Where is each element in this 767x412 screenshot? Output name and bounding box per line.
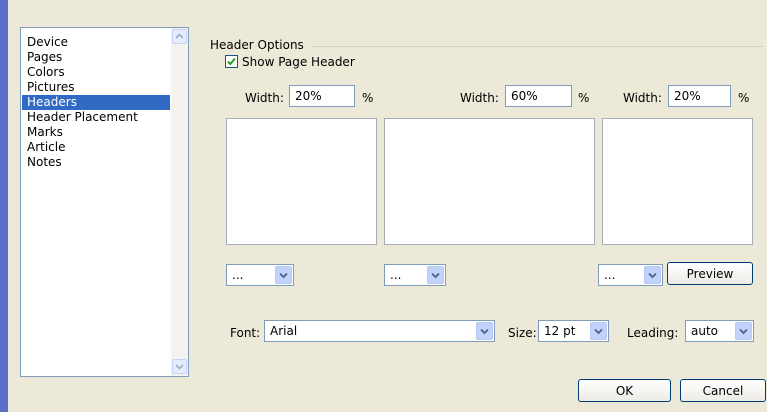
list-item-notes[interactable]: Notes bbox=[22, 155, 170, 170]
show-page-header-label: Show Page Header bbox=[242, 55, 355, 69]
dropdown-button[interactable] bbox=[275, 266, 292, 284]
dropdown-button[interactable] bbox=[476, 322, 493, 340]
list-item-device[interactable]: Device bbox=[22, 35, 170, 50]
combo-value: ... bbox=[232, 268, 244, 282]
show-page-header-checkbox[interactable] bbox=[225, 55, 238, 68]
category-list[interactable]: Device Pages Colors Pictures Headers Hea… bbox=[20, 27, 189, 377]
chevron-down-icon bbox=[648, 272, 657, 278]
size-value: 12 pt bbox=[544, 324, 576, 338]
cancel-button[interactable]: Cancel bbox=[680, 379, 766, 402]
chevron-down-icon bbox=[175, 364, 184, 370]
list-item-pages[interactable]: Pages bbox=[22, 50, 170, 65]
width-input-center[interactable]: 60% bbox=[505, 85, 572, 107]
list-scrollbar[interactable] bbox=[171, 28, 188, 376]
leading-value: auto bbox=[691, 324, 719, 338]
preview-button[interactable]: Preview bbox=[667, 262, 753, 285]
scroll-down-button[interactable] bbox=[172, 359, 187, 374]
window-left-border bbox=[0, 0, 8, 412]
size-select[interactable]: 12 pt bbox=[538, 320, 609, 342]
combo-value: ... bbox=[604, 268, 616, 282]
chevron-down-icon bbox=[431, 272, 440, 278]
percent-label-left: % bbox=[362, 91, 374, 105]
checkmark-icon bbox=[227, 57, 236, 66]
font-label: Font: bbox=[230, 326, 261, 340]
leading-label: Leading: bbox=[627, 326, 679, 340]
font-select[interactable]: Arial bbox=[264, 320, 495, 342]
width-label-center: Width: bbox=[460, 91, 499, 105]
list-item-pictures[interactable]: Pictures bbox=[22, 80, 170, 95]
width-label-right: Width: bbox=[623, 91, 662, 105]
chevron-up-icon bbox=[175, 33, 184, 39]
list-item-article[interactable]: Article bbox=[22, 140, 170, 155]
chevron-down-icon bbox=[480, 328, 489, 334]
header-center-field-select[interactable]: ... bbox=[384, 264, 446, 286]
dropdown-button[interactable] bbox=[427, 266, 444, 284]
header-options-title: Header Options bbox=[210, 38, 304, 52]
chevron-down-icon bbox=[279, 272, 288, 278]
scroll-up-button[interactable] bbox=[172, 29, 187, 44]
width-label-left: Width: bbox=[245, 91, 284, 105]
list-item-header-placement[interactable]: Header Placement bbox=[22, 110, 170, 125]
ok-button[interactable]: OK bbox=[578, 379, 671, 402]
header-center-textarea[interactable] bbox=[384, 118, 595, 245]
leading-select[interactable]: auto bbox=[685, 320, 754, 342]
list-item-marks[interactable]: Marks bbox=[22, 125, 170, 140]
group-divider bbox=[311, 46, 763, 47]
percent-label-right: % bbox=[738, 91, 750, 105]
percent-label-center: % bbox=[578, 91, 590, 105]
dropdown-button[interactable] bbox=[735, 322, 752, 340]
chevron-down-icon bbox=[594, 328, 603, 334]
dropdown-button[interactable] bbox=[590, 322, 607, 340]
list-item-colors[interactable]: Colors bbox=[22, 65, 170, 80]
header-right-textarea[interactable] bbox=[602, 118, 753, 245]
header-right-field-select[interactable]: ... bbox=[598, 264, 663, 286]
combo-value: ... bbox=[390, 268, 402, 282]
header-left-textarea[interactable] bbox=[226, 118, 377, 245]
width-input-left[interactable]: 20% bbox=[289, 85, 355, 107]
width-input-right[interactable]: 20% bbox=[668, 85, 731, 107]
size-label: Size: bbox=[508, 326, 537, 340]
font-value: Arial bbox=[270, 324, 298, 338]
dropdown-button[interactable] bbox=[644, 266, 661, 284]
header-left-field-select[interactable]: ... bbox=[226, 264, 294, 286]
list-item-headers[interactable]: Headers bbox=[22, 95, 170, 110]
chevron-down-icon bbox=[739, 328, 748, 334]
